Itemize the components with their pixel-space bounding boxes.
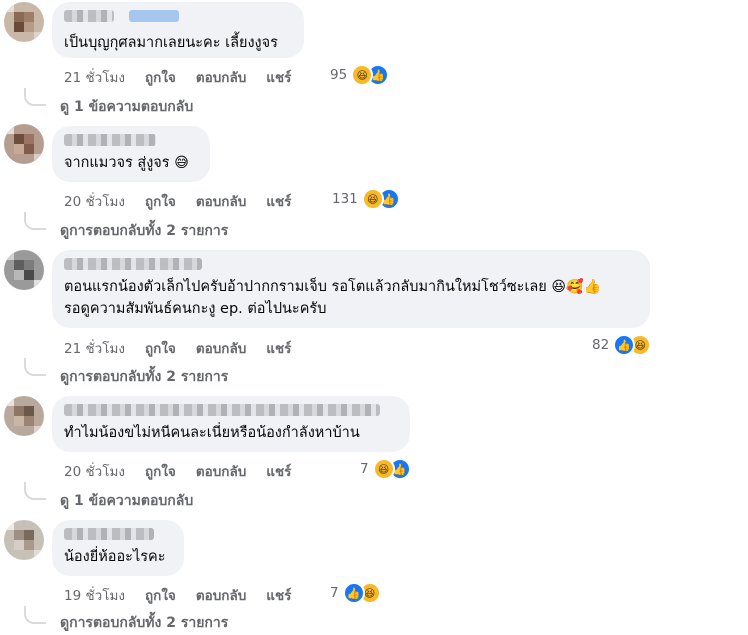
comment-actions: 21 ชั่วโมง ถูกใจ ตอบกลับ แชร์ bbox=[64, 337, 291, 359]
reaction-summary[interactable]: 95 😆 👍 bbox=[330, 64, 390, 86]
thread-connector bbox=[24, 212, 46, 230]
reply-button[interactable]: ตอบกลับ bbox=[196, 66, 246, 88]
reaction-count: 7 bbox=[360, 461, 369, 477]
view-replies-link[interactable]: ดูการตอบกลับทั้ง 2 รายการ bbox=[60, 366, 228, 388]
reply-button[interactable]: ตอบกลับ bbox=[196, 584, 246, 606]
comment-bubble: ทำไมน้องขไม่หนีคนละเนี่ยหรือน้องกำลังหาบ… bbox=[52, 396, 410, 452]
reaction-count: 131 bbox=[332, 191, 358, 207]
comment-actions: 20 ชั่วโมง ถูกใจ ตอบกลับ แชร์ bbox=[64, 460, 291, 482]
laugh-icon: 😆 bbox=[361, 188, 384, 210]
reaction-count: 95 bbox=[330, 67, 348, 83]
comment-text: น้องยี่ห้ออะไรคะ bbox=[64, 549, 166, 565]
avatar[interactable] bbox=[4, 396, 44, 436]
avatar[interactable] bbox=[4, 520, 44, 560]
thread-connector bbox=[24, 88, 46, 106]
timestamp[interactable]: 21 ชั่วโมง bbox=[64, 66, 125, 88]
reaction-summary[interactable]: 82 👍 😆 bbox=[592, 334, 652, 356]
comment-text: ทำไมน้องขไม่หนีคนละเนี่ยหรือน้องกำลังหาบ… bbox=[64, 425, 360, 441]
avatar[interactable] bbox=[4, 250, 44, 290]
comment-actions: 19 ชั่วโมง ถูกใจ ตอบกลับ แชร์ bbox=[64, 584, 291, 606]
comment-bubble: จากแมวจร สู่งูจร 😅 bbox=[52, 126, 210, 182]
like-button[interactable]: ถูกใจ bbox=[145, 584, 176, 606]
avatar[interactable] bbox=[4, 2, 44, 42]
share-button[interactable]: แชร์ bbox=[266, 66, 291, 88]
reply-button[interactable]: ตอบกลับ bbox=[196, 460, 246, 482]
share-button[interactable]: แชร์ bbox=[266, 337, 291, 359]
reaction-count: 82 bbox=[592, 337, 610, 353]
share-button[interactable]: แชร์ bbox=[266, 460, 291, 482]
author-name[interactable] bbox=[64, 528, 154, 540]
comment-text-line1: ตอนแรกน้องตัวเล็กไปครับอ้าปากกรามเจ็บ รอ… bbox=[64, 279, 547, 295]
comment-text: จากแมวจร สู่งูจร bbox=[64, 155, 170, 171]
author-name[interactable] bbox=[64, 404, 380, 416]
author-name[interactable] bbox=[64, 10, 114, 22]
comment-bubble: น้องยี่ห้ออะไรคะ bbox=[52, 520, 184, 576]
comment-bubble: ตอนแรกน้องตัวเล็กไปครับอ้าปากกรามเจ็บ รอ… bbox=[52, 250, 650, 328]
reaction-summary[interactable]: 7 😆 👍 bbox=[360, 458, 411, 480]
comment-bubble: เป็นบุญกุศลมากเลยนะคะ เลี้ยงงูจร bbox=[52, 2, 304, 58]
timestamp[interactable]: 21 ชั่วโมง bbox=[64, 337, 125, 359]
comment-actions: 20 ชั่วโมง ถูกใจ ตอบกลับ แชร์ bbox=[64, 190, 291, 212]
view-replies-link[interactable]: ดูการตอบกลับทั้ง 2 รายการ bbox=[60, 220, 228, 242]
timestamp[interactable]: 19 ชั่วโมง bbox=[64, 584, 125, 606]
share-button[interactable]: แชร์ bbox=[266, 190, 291, 212]
comment-emoji: 😆🥰👍 bbox=[551, 279, 601, 295]
author-badge bbox=[129, 10, 180, 22]
comment-text-line2: รอดูความสัมพันธ์คนกะงู ep. ต่อไปนะครับ bbox=[64, 301, 327, 317]
view-replies-link[interactable]: ดูการตอบกลับทั้ง 2 รายการ bbox=[60, 612, 228, 634]
like-button[interactable]: ถูกใจ bbox=[145, 190, 176, 212]
author-name[interactable] bbox=[64, 134, 156, 146]
thread-connector bbox=[24, 606, 46, 624]
author-name[interactable] bbox=[64, 258, 202, 270]
reaction-count: 7 bbox=[330, 585, 339, 601]
thread-connector bbox=[24, 358, 46, 376]
reply-button[interactable]: ตอบกลับ bbox=[196, 190, 246, 212]
thread-connector bbox=[24, 482, 46, 500]
share-button[interactable]: แชร์ bbox=[266, 584, 291, 606]
timestamp[interactable]: 20 ชั่วโมง bbox=[64, 190, 125, 212]
timestamp[interactable]: 20 ชั่วโมง bbox=[64, 460, 125, 482]
laugh-icon: 😆 bbox=[372, 458, 395, 480]
comment-text: เป็นบุญกุศลมากเลยนะคะ เลี้ยงงูจร bbox=[64, 35, 278, 51]
view-replies-link[interactable]: ดู 1 ข้อความตอบกลับ bbox=[60, 96, 193, 118]
like-button[interactable]: ถูกใจ bbox=[145, 460, 176, 482]
reaction-summary[interactable]: 131 😆 👍 bbox=[332, 188, 400, 210]
like-button[interactable]: ถูกใจ bbox=[145, 66, 176, 88]
reaction-summary[interactable]: 7 👍 😆 bbox=[330, 582, 381, 604]
avatar[interactable] bbox=[4, 124, 44, 164]
like-icon: 👍 bbox=[342, 582, 365, 604]
comment-emoji: 😅 bbox=[174, 155, 189, 171]
reply-button[interactable]: ตอบกลับ bbox=[196, 337, 246, 359]
comment-actions: 21 ชั่วโมง ถูกใจ ตอบกลับ แชร์ bbox=[64, 66, 291, 88]
like-button[interactable]: ถูกใจ bbox=[145, 337, 176, 359]
view-replies-link[interactable]: ดู 1 ข้อความตอบกลับ bbox=[60, 490, 193, 512]
